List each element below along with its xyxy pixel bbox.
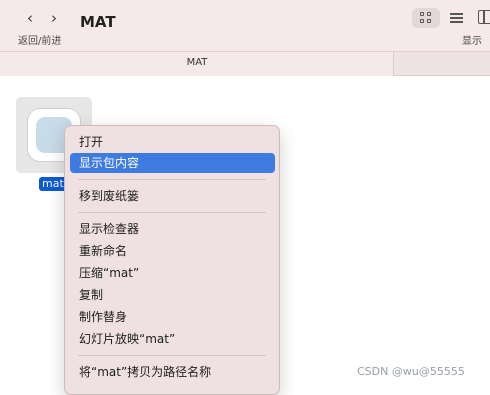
- menu-item-compress[interactable]: 压缩“mat”: [70, 263, 275, 283]
- menu-item-move-to-trash[interactable]: 移到废纸篓: [70, 186, 275, 206]
- show-label: 显示: [462, 36, 482, 47]
- context-menu: 打开 显示包内容 移到废纸篓 显示检查器 重新命名 压缩“mat” 复制 制作替…: [64, 125, 280, 395]
- finder-toolbar: ‹ › 返回/前进 MAT 显示: [0, 0, 490, 51]
- menu-item-make-alias[interactable]: 制作替身: [70, 307, 275, 327]
- menu-item-show-inspector[interactable]: 显示检查器: [70, 219, 275, 239]
- menu-item-copy-as-pathname[interactable]: 将“mat”拷贝为路径名称: [70, 362, 275, 382]
- column-view-icon[interactable]: [478, 10, 490, 24]
- menu-item-slideshow[interactable]: 幻灯片放映“mat”: [70, 329, 275, 349]
- chevron-right-icon[interactable]: ›: [45, 8, 63, 28]
- file-name-label[interactable]: mat: [39, 177, 67, 191]
- tab-mat[interactable]: MAT: [0, 52, 394, 76]
- window-title: MAT: [80, 13, 116, 31]
- menu-item-open[interactable]: 打开: [70, 132, 275, 152]
- grid-view-icon[interactable]: [412, 8, 440, 28]
- menu-item-duplicate[interactable]: 复制: [70, 285, 275, 305]
- tab-bar: MAT: [0, 51, 490, 76]
- tab-label: MAT: [186, 57, 208, 68]
- menu-separator: [78, 212, 266, 213]
- nav-label: 返回/前进: [18, 36, 62, 47]
- watermark: CSDN @wu@55555: [357, 365, 465, 378]
- chevron-left-icon[interactable]: ‹: [21, 8, 39, 28]
- menu-separator: [78, 355, 266, 356]
- menu-item-rename[interactable]: 重新命名: [70, 241, 275, 261]
- menu-separator: [78, 179, 266, 180]
- list-view-icon[interactable]: [448, 8, 466, 28]
- menu-item-show-package-contents[interactable]: 显示包内容: [70, 153, 275, 173]
